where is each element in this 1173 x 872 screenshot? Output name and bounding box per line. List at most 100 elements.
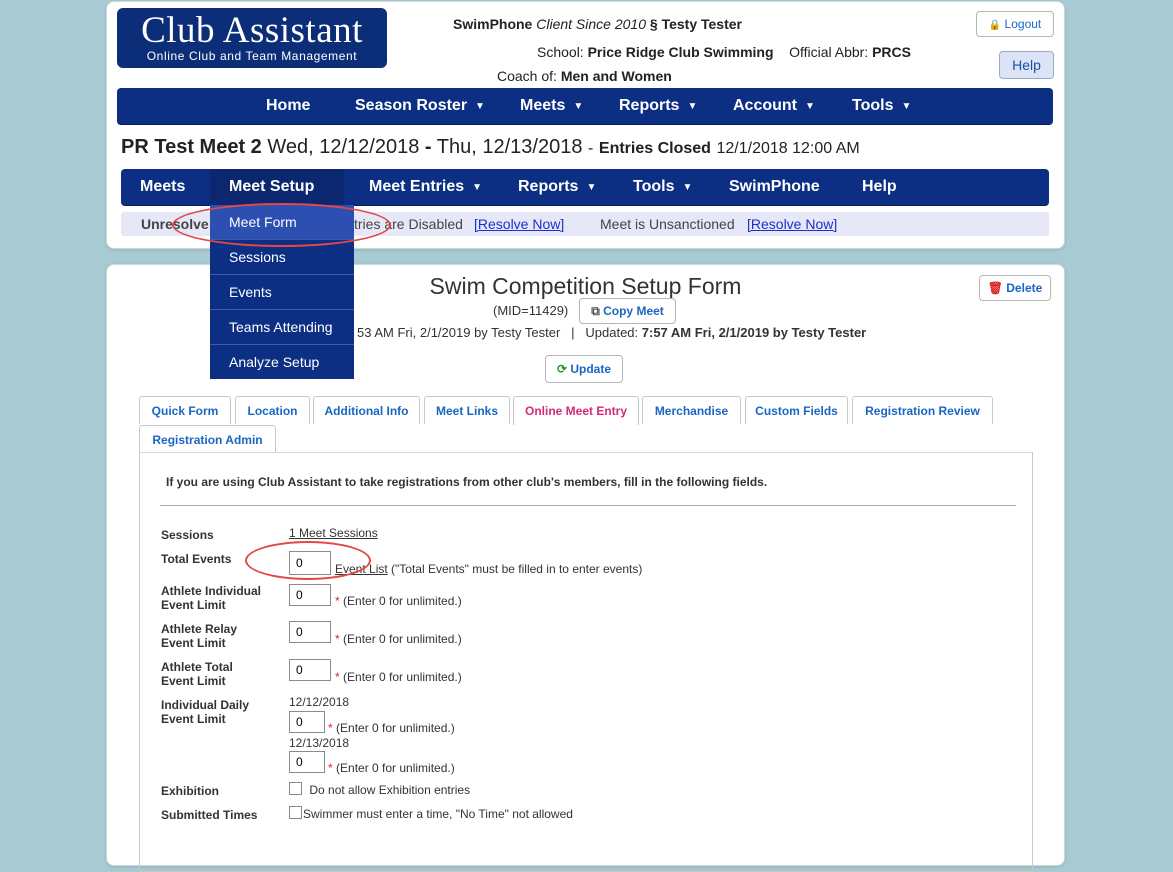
daily-limit-input-2[interactable]	[289, 751, 325, 773]
main-nav: Home Season Roster ▼ Meets ▼ Reports ▼ Acco…	[117, 88, 1053, 125]
required-star: *	[335, 594, 340, 608]
meet-nav-swimphone[interactable]: SwimPhone	[729, 169, 820, 205]
nav-tools[interactable]: Tools ▼	[852, 88, 911, 124]
resolve-now-link-1[interactable]: [Resolve Now]	[474, 212, 564, 236]
athlete-total-limit-input[interactable]	[289, 659, 331, 681]
athlete-relay-label: Athlete Relay Event Limit	[161, 622, 237, 650]
required-star: *	[335, 632, 340, 646]
meet-sessions-link[interactable]: 1 Meet Sessions	[289, 526, 378, 540]
nav-home-label: Home	[266, 97, 311, 114]
tab-registration-admin[interactable]: Registration Admin	[139, 425, 276, 453]
athlete-total-label-line2: Event Limit	[161, 674, 226, 688]
unlimited-note: (Enter 0 for unlimited.)	[336, 721, 455, 735]
meet-nav-meet-entries-label: Meet Entries	[369, 178, 465, 195]
meet-start: Wed, 12/12/2018	[267, 136, 420, 158]
meet-nav-tools-label: Tools	[633, 178, 675, 195]
athlete-individual-label-line1: Athlete Individual	[161, 584, 262, 598]
meet-nav-swimphone-label: SwimPhone	[729, 178, 820, 195]
help-button[interactable]: Help	[999, 51, 1054, 79]
unlimited-note: (Enter 0 for unlimited.)	[343, 670, 462, 684]
tab-online-meet-entry[interactable]: Online Meet Entry	[513, 396, 639, 425]
daily-limit-input-1[interactable]	[289, 711, 325, 733]
updated-info: 7:57 AM Fri, 2/1/2019 by Testy Tester	[641, 325, 867, 340]
meta-separator: |	[571, 325, 575, 340]
daily-date-2: 12/13/2018	[289, 736, 350, 750]
meet-status-date: 12/1/2018 12:00 AM	[716, 140, 860, 157]
nav-account[interactable]: Account ▼	[733, 88, 815, 124]
submitted-times-option: Swimmer must enter a time, "No Time" not…	[289, 806, 573, 821]
athlete-individual-limit-input[interactable]	[289, 584, 331, 606]
product-name: SwimPhone	[453, 16, 533, 32]
delete-button[interactable]: 🗑 Delete	[979, 275, 1051, 301]
exhibition-checkbox[interactable]	[289, 782, 302, 795]
exhibition-label: Exhibition	[161, 784, 219, 798]
unlimited-note: (Enter 0 for unlimited.)	[343, 632, 462, 646]
meet-name: PR Test Meet 2	[121, 136, 262, 158]
nav-season-roster[interactable]: Season Roster ▼	[355, 88, 485, 124]
nav-reports[interactable]: Reports ▼	[619, 88, 697, 124]
refresh-icon: ⟳	[556, 362, 568, 376]
athlete-total-label: Athlete Total Event Limit	[161, 660, 233, 688]
club-assistant-logo[interactable]: Club Assistant Online Club and Team Mana…	[117, 8, 387, 68]
dropdown-events[interactable]: Events	[210, 275, 354, 310]
meet-form-highlight	[172, 203, 391, 247]
athlete-total-note: * (Enter 0 for unlimited.)	[335, 670, 462, 684]
tab-meet-links[interactable]: Meet Links	[424, 396, 510, 424]
caret-down-icon: ▼	[475, 101, 485, 112]
school-label: School:	[537, 44, 584, 60]
tab-custom-fields[interactable]: Custom Fields	[745, 396, 848, 424]
meet-dash: -	[424, 136, 432, 158]
athlete-total-label-line1: Athlete Total	[161, 660, 233, 674]
nav-meets[interactable]: Meets ▼	[520, 88, 583, 124]
online-meet-entry-panel: If you are using Club Assistant to take …	[139, 452, 1033, 872]
meet-nav-meets[interactable]: Meets	[140, 169, 185, 205]
meet-nav-meet-entries[interactable]: Meet Entries ▼	[369, 169, 482, 205]
athlete-relay-label-line2: Event Limit	[161, 636, 226, 650]
copy-meet-label: Copy Meet	[603, 304, 664, 318]
copy-meet-button[interactable]: ⧉ Copy Meet	[579, 298, 676, 324]
logo-title: Club Assistant	[141, 10, 363, 51]
required-star: *	[335, 670, 340, 684]
athlete-individual-label-line2: Event Limit	[161, 598, 226, 612]
submitted-times-checkbox[interactable]	[289, 806, 302, 819]
meet-nav-tools[interactable]: Tools ▼	[633, 169, 692, 205]
tab-quick-form[interactable]: Quick Form	[139, 396, 231, 424]
daily-date-1: 12/12/2018	[289, 695, 350, 709]
total-events-help: Event List ("Total Events" must be fille…	[335, 562, 642, 576]
school-name: Price Ridge Club Swimming	[587, 44, 774, 60]
meet-nav-meets-label: Meets	[140, 178, 186, 195]
dropdown-analyze-setup[interactable]: Analyze Setup	[210, 345, 354, 379]
logo-subtitle: Online Club and Team Management	[146, 49, 358, 63]
tab-additional-info[interactable]: Additional Info	[313, 396, 420, 424]
nav-account-label: Account	[733, 97, 797, 114]
tab-registration-review[interactable]: Registration Review	[852, 396, 993, 424]
update-label: Update	[570, 362, 612, 376]
dropdown-teams-attending[interactable]: Teams Attending	[210, 310, 354, 345]
individual-daily-label: Individual Daily Event Limit	[161, 698, 249, 726]
coach-label: Coach of:	[497, 68, 557, 84]
tab-location[interactable]: Location	[235, 396, 310, 424]
individual-daily-label-line2: Event Limit	[161, 712, 226, 726]
meet-nav-help[interactable]: Help	[862, 169, 897, 205]
update-button[interactable]: ⟳ Update	[545, 355, 623, 383]
meet-id: (MID=11429)	[493, 303, 569, 318]
warning-unsanctioned: Meet is Unsanctioned	[600, 216, 735, 232]
meet-title: PR Test Meet 2 Wed, 12/12/2018 - Thu, 12…	[121, 136, 860, 159]
delete-label: Delete	[1006, 281, 1043, 295]
meet-nav-reports[interactable]: Reports ▼	[518, 169, 596, 205]
caret-down-icon: ▼	[901, 101, 912, 112]
panel-intro: If you are using Club Assistant to take …	[166, 475, 768, 489]
total-events-highlight	[245, 541, 371, 580]
meet-end: Thu, 12/13/2018	[436, 136, 583, 158]
meet-nav-meet-setup[interactable]: Meet Setup	[210, 169, 344, 205]
athlete-relay-limit-input[interactable]	[289, 621, 331, 643]
athlete-individual-label: Athlete Individual Event Limit	[161, 584, 261, 612]
total-events-label: Total Events	[161, 552, 232, 566]
caret-down-icon: ▼	[573, 101, 584, 112]
resolve-now-link-2[interactable]: [Resolve Now]	[747, 212, 837, 236]
logout-button[interactable]: 🔒 Logout	[976, 11, 1054, 37]
tab-merchandise[interactable]: Merchandise	[642, 396, 741, 424]
nav-home[interactable]: Home	[266, 88, 310, 124]
required-star: *	[328, 761, 333, 775]
submitted-times-text: Swimmer must enter a time, "No Time" not…	[303, 807, 573, 821]
